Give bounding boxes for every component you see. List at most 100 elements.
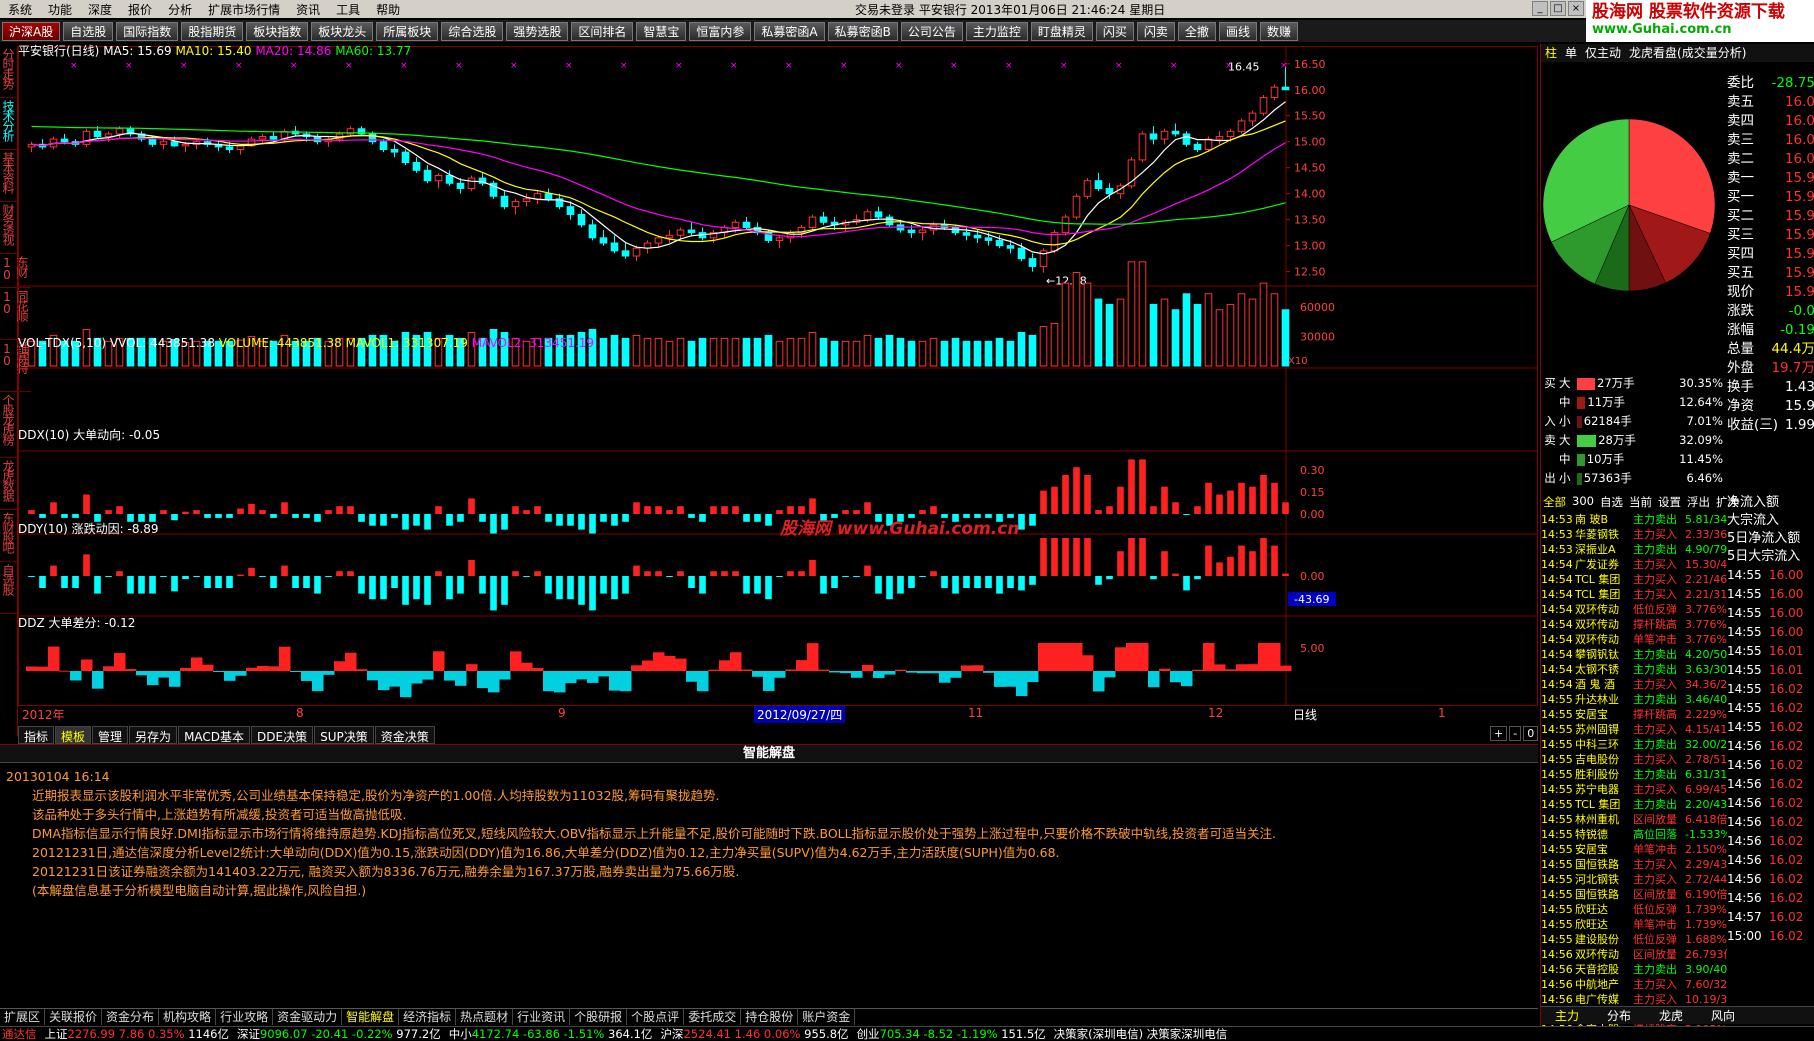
alert-row[interactable]: 14:56 电广传媒 主力买入 10.19/3 xyxy=(1541,992,1727,1007)
menu-news[interactable]: 资讯 xyxy=(288,1,328,18)
event-marker[interactable]: × xyxy=(840,61,848,71)
tool-tab[interactable]: MACD基本 xyxy=(178,726,251,744)
status-hs[interactable]: 沪深2524.41 1.46 0.06% 955.8亿 xyxy=(660,1027,848,1041)
toolbar-button[interactable]: 全撤 xyxy=(1177,21,1216,41)
status-sh[interactable]: 上证2276.99 7.86 0.35% 1146亿 xyxy=(45,1027,229,1041)
minimize-icon[interactable]: _ xyxy=(1532,1,1548,16)
event-marker[interactable]: × xyxy=(1225,61,1233,71)
event-marker[interactable]: × xyxy=(895,61,903,71)
event-marker[interactable]: × xyxy=(675,61,683,71)
alert-row[interactable]: 14:55 国恒铁路 区间放量 6.190倍 xyxy=(1541,887,1727,902)
alert-row[interactable]: 14:54 双环传动 撑杆跳高 3.776% xyxy=(1541,617,1727,632)
right-bottom-tab[interactable]: 分布 xyxy=(1593,1007,1645,1024)
event-marker[interactable]: × xyxy=(1115,61,1123,71)
event-marker[interactable]: × xyxy=(125,61,133,71)
extension-tab[interactable]: 委托成交 xyxy=(684,1009,742,1025)
maximize-icon[interactable]: □ xyxy=(1550,1,1566,16)
toolbar-button[interactable]: 自选股 xyxy=(63,21,114,41)
left-tab[interactable]: 个股龙虎榜 xyxy=(0,392,17,458)
extension-tab[interactable]: 扩展区 xyxy=(0,1009,46,1025)
right-bottom-tab[interactable]: 龙虎 xyxy=(1645,1007,1697,1024)
event-marker[interactable]: × xyxy=(510,61,518,71)
event-marker[interactable]: × xyxy=(730,61,738,71)
alert-row[interactable]: 14:56 中航地产 主力买入 7.60/32 xyxy=(1541,977,1727,992)
menu-help[interactable]: 帮助 xyxy=(368,1,408,18)
zoom-reset-button[interactable]: 0 xyxy=(1523,726,1539,741)
alert-row[interactable]: 14:55 欣旺达 单笔冲击 1.739% xyxy=(1541,917,1727,932)
alert-row[interactable]: 14:55 河北钢铁 主力买入 2.72/44 xyxy=(1541,872,1727,887)
toolbar-button[interactable]: 沪深A股 xyxy=(2,21,61,41)
alert-filter-tab[interactable]: 300 xyxy=(1572,494,1594,510)
menu-function[interactable]: 功能 xyxy=(40,1,80,18)
menu-extended-market[interactable]: 扩展市场行情 xyxy=(200,1,288,18)
extension-tab[interactable]: 个股研报 xyxy=(570,1009,628,1025)
event-marker[interactable]: × xyxy=(1005,61,1013,71)
toolbar-button[interactable]: 数赚 xyxy=(1259,21,1298,41)
extension-tab[interactable]: 行业攻略 xyxy=(216,1009,274,1025)
alert-row[interactable]: 14:54 TCL 集团 主力买入 2.21/31 xyxy=(1541,587,1727,602)
event-marker[interactable]: × xyxy=(400,61,408,71)
alert-row[interactable]: 14:55 苏州固锝 主力买入 4.15/41 xyxy=(1541,722,1727,737)
toolbar-button[interactable]: 板块指数 xyxy=(246,21,309,41)
zoom-in-button[interactable]: + xyxy=(1490,726,1508,741)
toolbar-button[interactable]: 画线 xyxy=(1218,21,1257,41)
toolbar-button[interactable]: 国际指数 xyxy=(116,21,179,41)
tool-tab[interactable]: 模板 xyxy=(55,726,92,744)
tab-bar-mode[interactable]: 柱 xyxy=(1541,44,1561,62)
extension-tab[interactable]: 资金驱动力 xyxy=(273,1009,343,1025)
left-tab[interactable]: 基本资料 xyxy=(0,150,17,202)
alert-filter-tab[interactable]: 当前 xyxy=(1629,494,1652,510)
alert-row[interactable]: 14:54 双环传动 低位反弹 3.776% xyxy=(1541,602,1727,617)
tool-tab[interactable]: 指标 xyxy=(18,726,55,744)
status-sz[interactable]: 深证9096.07 -20.41 -0.22% 977.2亿 xyxy=(237,1027,441,1041)
alert-filter-tab[interactable]: 设置 xyxy=(1658,494,1681,510)
toolbar-button[interactable]: 私募密函A xyxy=(754,21,825,41)
tab-dragon-tiger[interactable]: 龙虎看盘(成交量分析) xyxy=(1625,44,1750,62)
event-marker[interactable]: × xyxy=(1170,61,1178,71)
tool-tab[interactable]: 另存为 xyxy=(129,726,178,744)
extension-tab[interactable]: 个股点评 xyxy=(627,1009,685,1025)
alert-row[interactable]: 14:53 南 玻B 主力卖出 5.81/34 xyxy=(1541,512,1727,527)
extension-tab[interactable]: 资金分布 xyxy=(102,1009,160,1025)
event-marker[interactable]: × xyxy=(70,61,78,71)
event-marker[interactable]: × xyxy=(180,61,188,71)
event-marker[interactable]: × xyxy=(565,61,573,71)
left-tab[interactable]: 东财股吧 xyxy=(0,510,17,562)
extension-tab[interactable]: 智能解盘 xyxy=(342,1009,400,1025)
tab-active-only[interactable]: 仅主动 xyxy=(1581,44,1625,62)
extension-tab[interactable]: 持仓股份 xyxy=(741,1009,799,1025)
chart-canvas[interactable]: 16.50 16.00 15.50 15.00 14.50 14.00 13.50 13.00… xyxy=(18,46,1538,706)
alert-row[interactable]: 14:55 升达林业 主力卖出 3.46/40 xyxy=(1541,692,1727,707)
left-tab[interactable]: 龙虎数据 xyxy=(0,458,17,510)
left-tab[interactable]: 财务透视 xyxy=(0,202,17,254)
event-marker[interactable]: × xyxy=(950,61,958,71)
event-marker[interactable]: × xyxy=(290,61,298,71)
event-marker[interactable]: × xyxy=(1280,61,1288,71)
extension-tab[interactable]: 经济指标 xyxy=(399,1009,457,1025)
alert-row[interactable]: 14:53 深振业A 主力卖出 4.90/79 xyxy=(1541,542,1727,557)
left-tab[interactable]: 分时走势 xyxy=(0,46,17,98)
alert-row[interactable]: 14:55 建设股份 低位反弹 1.688% xyxy=(1541,932,1727,947)
period-label[interactable]: 日线 xyxy=(1293,706,1317,723)
event-marker[interactable]: × xyxy=(235,61,243,71)
alert-row[interactable]: 14:53 华菱钢铁 主力买入 2.33/36 xyxy=(1541,527,1727,542)
left-tab[interactable]: 自选股 xyxy=(0,562,17,614)
extension-tab[interactable]: 热点题材 xyxy=(456,1009,514,1025)
menu-system[interactable]: 系统 xyxy=(0,1,40,18)
tool-tab[interactable]: DDE决策 xyxy=(251,726,314,744)
alert-row[interactable]: 14:54 双环传动 单笔冲击 3.776% xyxy=(1541,632,1727,647)
toolbar-button[interactable]: 股指期货 xyxy=(181,21,244,41)
alert-row[interactable]: 14:55 林州重机 区间放量 6.418倍 xyxy=(1541,812,1727,827)
toolbar-button[interactable]: 智慧宝 xyxy=(636,21,687,41)
toolbar-button[interactable]: 闪卖 xyxy=(1136,21,1175,41)
alert-list[interactable]: 14:53 南 玻B 主力卖出 5.81/34 14:53 华菱钢铁 主力买入 2.33/36… xyxy=(1541,512,1727,1026)
toolbar-button[interactable]: 主力监控 xyxy=(965,21,1028,41)
close-icon[interactable]: × xyxy=(1568,1,1584,16)
alert-row[interactable]: 14:54 TCL 集团 主力买入 2.21/46 xyxy=(1541,572,1727,587)
kline-chart-area[interactable]: 16.50 16.00 15.50 15.00 14.50 14.00 13.50 13.00… xyxy=(18,44,1538,736)
event-marker[interactable]: × xyxy=(620,61,628,71)
left-tab[interactable]: 技术分析 xyxy=(0,98,17,150)
alert-filter-tab[interactable]: 全部 xyxy=(1543,494,1566,510)
tool-tab[interactable]: SUP决策 xyxy=(314,726,374,744)
event-marker[interactable]: × xyxy=(345,61,353,71)
